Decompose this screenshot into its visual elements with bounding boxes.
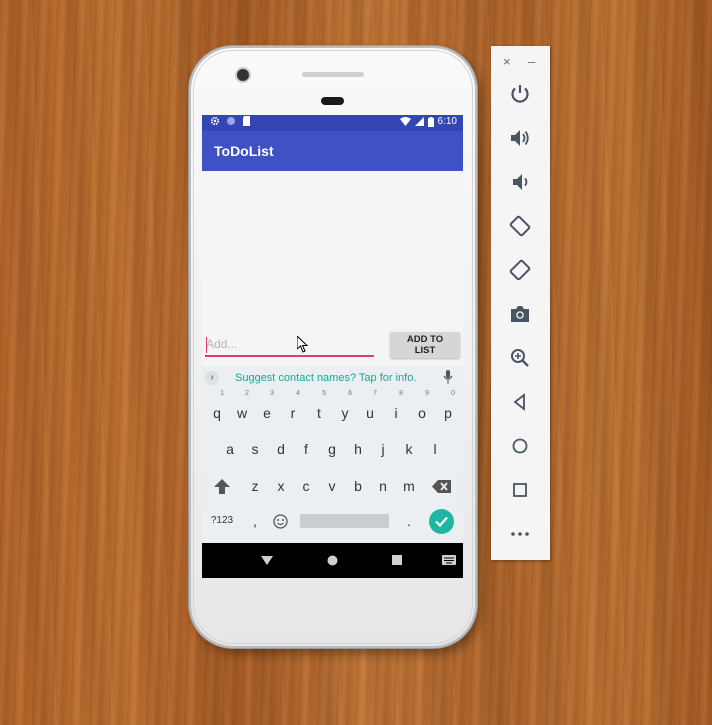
minimize-window-button[interactable]: – (528, 54, 535, 69)
key-w[interactable]: w2 (233, 390, 251, 428)
zoom-icon[interactable] (508, 346, 532, 370)
key-j[interactable]: j (374, 434, 392, 464)
sd-card-icon (243, 116, 250, 126)
key-e[interactable]: e3 (258, 390, 276, 428)
key-q[interactable]: q1 (208, 390, 226, 428)
key-o[interactable]: o9 (413, 390, 431, 428)
shift-icon[interactable] (213, 478, 231, 495)
keyboard-switch-icon[interactable] (442, 555, 456, 565)
mouse-cursor (297, 336, 308, 353)
key-u[interactable]: u7 (361, 390, 379, 428)
key-n[interactable]: n (374, 471, 392, 501)
home-nav-icon[interactable] (327, 555, 338, 566)
app-toolbar: ToDoList (202, 131, 463, 171)
home-icon[interactable] (508, 434, 532, 458)
key-r[interactable]: r4 (284, 390, 302, 428)
key-h[interactable]: h (349, 434, 367, 464)
comma-key[interactable]: , (246, 506, 264, 536)
device-earpiece (321, 97, 344, 105)
enter-key[interactable] (429, 509, 454, 534)
navigation-bar (202, 543, 463, 578)
battery-icon (427, 116, 434, 127)
close-window-button[interactable]: × (503, 54, 511, 69)
text-cursor (206, 337, 207, 353)
device-screen: 6:10 ToDoList ADD TO LIST › Suggest cont… (202, 115, 463, 578)
key-f[interactable]: f (297, 434, 315, 464)
suggestion-strip: › Suggest contact names? Tap for info. (202, 366, 463, 390)
keyboard-row-4: ?123 , . (202, 506, 463, 536)
status-bar: 6:10 (202, 115, 463, 131)
add-item-input[interactable] (205, 333, 374, 357)
add-to-list-button[interactable]: ADD TO LIST (390, 332, 460, 358)
backspace-icon[interactable] (432, 480, 451, 493)
key-a[interactable]: a (221, 434, 239, 464)
overview-icon[interactable] (508, 478, 532, 502)
key-m[interactable]: m (400, 471, 418, 501)
volume-down-icon[interactable] (508, 170, 532, 194)
front-camera (237, 69, 249, 81)
key-t[interactable]: t5 (310, 390, 328, 428)
recents-nav-icon[interactable] (392, 555, 402, 565)
chevron-right-icon[interactable]: › (205, 371, 219, 385)
signal-icon (414, 117, 424, 126)
key-l[interactable]: l (426, 434, 444, 464)
key-g[interactable]: g (323, 434, 341, 464)
camera-icon[interactable] (508, 302, 532, 326)
back-icon[interactable] (508, 390, 532, 414)
key-y[interactable]: y6 (336, 390, 354, 428)
sync-icon (227, 117, 235, 125)
wifi-icon (399, 117, 411, 126)
keyboard-row-2: a s d f g h j k l (202, 434, 463, 464)
key-i[interactable]: i8 (387, 390, 405, 428)
key-s[interactable]: s (246, 434, 264, 464)
app-title: ToDoList (214, 143, 274, 159)
rotate-right-icon[interactable] (508, 258, 532, 282)
volume-up-icon[interactable] (508, 126, 532, 150)
suggestion-text[interactable]: Suggest contact names? Tap for info. (235, 372, 416, 384)
microphone-icon[interactable] (443, 370, 453, 384)
key-p[interactable]: p0 (439, 390, 457, 428)
device-top-speaker (302, 72, 364, 77)
more-icon[interactable] (508, 522, 532, 546)
period-key[interactable]: . (400, 506, 418, 536)
key-v[interactable]: v (323, 471, 341, 501)
keyboard-row-3: z x c v b n m (202, 471, 463, 501)
space-bar[interactable] (300, 514, 389, 528)
key-z[interactable]: z (246, 471, 264, 501)
keyboard-row-1: q1 w2 e3 r4 t5 y6 u7 i8 o9 p0 (202, 390, 463, 428)
power-icon[interactable] (508, 82, 532, 106)
rotate-left-icon[interactable] (508, 214, 532, 238)
emulator-controls-panel: × – (491, 46, 550, 560)
key-c[interactable]: c (297, 471, 315, 501)
soft-keyboard: › Suggest contact names? Tap for info. q… (202, 366, 463, 543)
key-b[interactable]: b (349, 471, 367, 501)
emoji-icon[interactable] (273, 514, 288, 529)
settings-icon (210, 116, 220, 126)
key-x[interactable]: x (272, 471, 290, 501)
key-d[interactable]: d (272, 434, 290, 464)
status-time: 6:10 (437, 116, 457, 127)
key-k[interactable]: k (400, 434, 418, 464)
checkmark-icon (435, 516, 448, 528)
back-nav-icon[interactable] (261, 556, 273, 566)
symbols-key[interactable]: ?123 (207, 506, 237, 536)
